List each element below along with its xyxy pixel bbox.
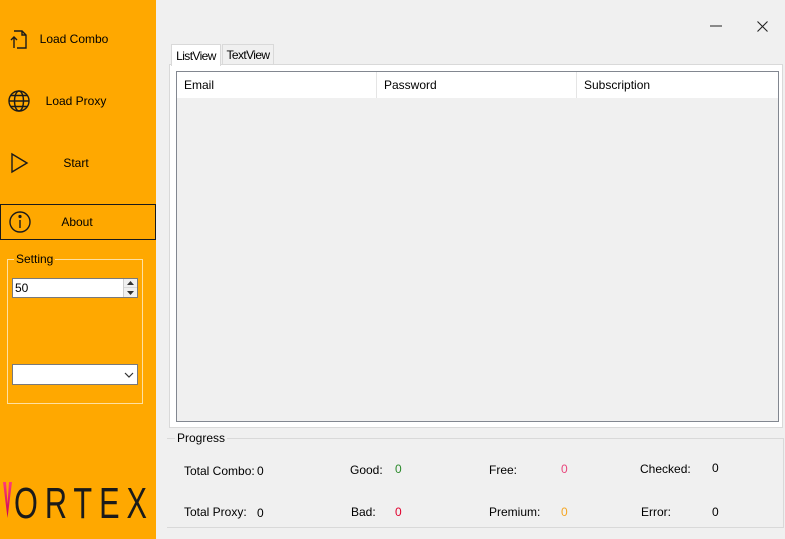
free-value: 0	[561, 462, 568, 476]
progress-group: Progress Total Combo: 0 Total Proxy: 0 G…	[167, 432, 784, 528]
premium-label: Premium:	[489, 505, 541, 519]
chevron-down-icon	[124, 372, 134, 378]
tab-textview[interactable]: TextView	[222, 44, 274, 65]
setting-group: Setting	[7, 253, 143, 404]
load-proxy-label: Load Proxy	[45, 94, 107, 108]
total-proxy-label: Total Proxy:	[184, 505, 247, 519]
spin-buttons	[123, 279, 137, 297]
total-combo-value: 0	[257, 464, 264, 478]
minimize-icon	[710, 25, 722, 27]
bad-label: Bad:	[351, 505, 376, 519]
logo-text: ORTEX	[14, 479, 154, 524]
threads-input[interactable]	[13, 279, 121, 297]
listview-header: Email Password Subscription	[177, 72, 778, 98]
chevron-up-icon	[127, 281, 134, 285]
start-button[interactable]: Start	[0, 145, 156, 181]
good-value: 0	[395, 462, 402, 476]
sidebar: Load Combo Load Proxy Start About Settin…	[0, 0, 156, 539]
chevron-down-icon	[127, 290, 134, 295]
close-icon	[756, 20, 768, 32]
checked-value: 0	[712, 461, 719, 475]
tab-panel-listview: Email Password Subscription	[169, 64, 783, 428]
error-label: Error:	[641, 505, 671, 519]
column-email[interactable]: Email	[177, 72, 377, 98]
column-subscription[interactable]: Subscription	[577, 72, 778, 98]
minimize-button[interactable]	[702, 12, 730, 40]
progress-legend: Progress	[175, 431, 228, 445]
spin-down-button[interactable]	[124, 288, 137, 297]
setting-legend: Setting	[14, 252, 56, 266]
main-area: ListView TextView Email Password Subscri…	[156, 0, 785, 539]
good-label: Good:	[350, 463, 383, 477]
free-label: Free:	[489, 463, 518, 477]
about-label: About	[61, 215, 93, 229]
column-password[interactable]: Password	[377, 72, 577, 98]
load-combo-button[interactable]: Load Combo	[0, 21, 156, 57]
start-label: Start	[63, 156, 89, 170]
checked-label: Checked:	[640, 462, 691, 476]
close-button[interactable]	[748, 12, 776, 40]
load-proxy-button[interactable]: Load Proxy	[0, 83, 156, 119]
total-proxy-value: 0	[257, 506, 264, 520]
load-combo-label: Load Combo	[39, 32, 109, 46]
tab-listview[interactable]: ListView	[171, 44, 221, 66]
error-value: 0	[712, 505, 719, 519]
setting-dropdown[interactable]	[12, 364, 138, 385]
vortex-logo: ORTEX	[3, 479, 154, 524]
about-button[interactable]: About	[0, 204, 156, 240]
results-listview[interactable]: Email Password Subscription	[176, 71, 779, 422]
spin-up-button[interactable]	[124, 279, 137, 288]
bad-value: 0	[395, 505, 402, 519]
threads-stepper[interactable]	[12, 278, 138, 298]
premium-value: 0	[561, 505, 568, 519]
total-combo-label: Total Combo:	[184, 464, 255, 478]
